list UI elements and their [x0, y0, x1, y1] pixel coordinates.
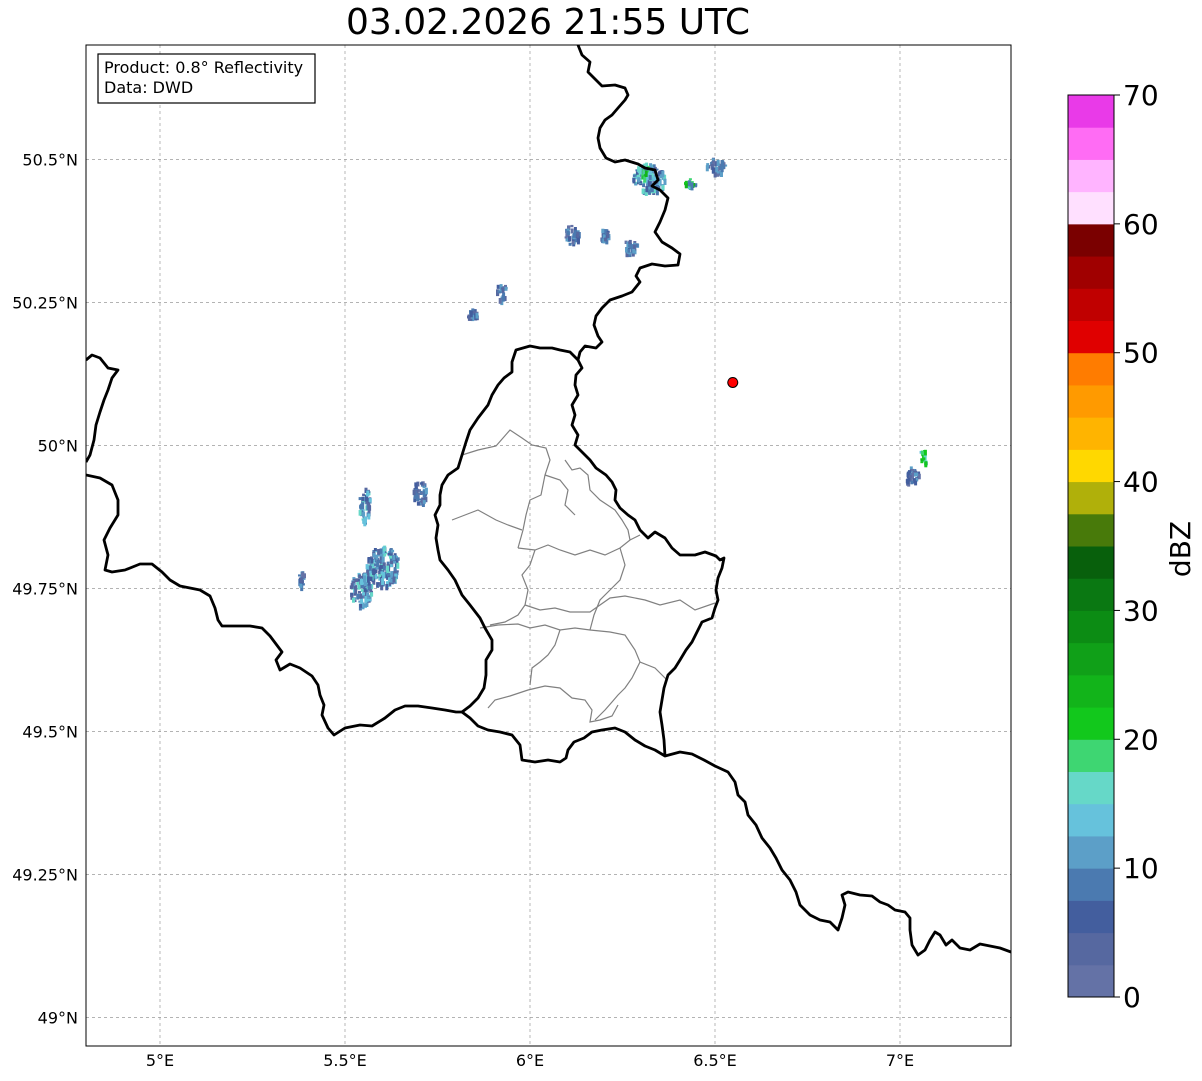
- radar-site-marker: [727, 376, 739, 388]
- y-axis-tick-labels: 49°N 49.25°N 49.5°N 49.75°N 50°N 50.25°N 50.5°…: [12, 150, 78, 1027]
- colorbar-segment: [1068, 288, 1114, 321]
- colorbar-segment: [1068, 610, 1114, 644]
- colorbar-segment: [1068, 352, 1114, 386]
- colorbar-segment: [1068, 932, 1114, 966]
- colorbar-tick-label: 30: [1123, 594, 1159, 627]
- colorbar-tick-label: 40: [1123, 466, 1159, 499]
- colorbar-segment: [1068, 739, 1114, 772]
- colorbar-segment: [1068, 417, 1114, 450]
- colorbar-segment: [1068, 803, 1114, 837]
- colorbar-segment: [1068, 707, 1114, 740]
- colorbar-segment: [1068, 642, 1114, 676]
- colorbar-segment: [1068, 578, 1114, 611]
- colorbar-tick-label: 70: [1123, 79, 1159, 112]
- colorbar-segment: [1068, 546, 1114, 579]
- colorbar-segment: [1068, 674, 1114, 708]
- colorbar-segment: [1068, 835, 1114, 869]
- info-data-source: Data: DWD: [104, 78, 193, 97]
- y-tick-label: 50°N: [38, 436, 78, 455]
- info-product: Product: 0.8° Reflectivity: [104, 58, 303, 77]
- info-box: Product: 0.8° Reflectivity Data: DWD: [97, 53, 316, 104]
- x-tick-label: 6°E: [516, 1051, 544, 1070]
- colorbar-tick-labels: 0 10 20 30 40 50 60 70: [1114, 79, 1159, 1014]
- colorbar-segment: [1068, 256, 1114, 289]
- colorbar-tick-label: 50: [1123, 337, 1159, 370]
- colorbar-segment: [1068, 771, 1114, 805]
- colorbar-segment: [1068, 384, 1114, 418]
- colorbar-tick-label: 0: [1123, 981, 1141, 1014]
- colorbar-segment: [1068, 95, 1114, 128]
- y-tick-label: 49°N: [38, 1008, 78, 1027]
- y-tick-label: 50.25°N: [12, 293, 78, 312]
- colorbar-tick-label: 60: [1123, 208, 1159, 241]
- y-tick-label: 50.5°N: [22, 150, 78, 169]
- colorbar-tick-label: 20: [1123, 723, 1159, 756]
- colorbar-segment: [1068, 900, 1114, 934]
- colorbar-segment: [1068, 449, 1114, 483]
- x-tick-label: 6.5°E: [693, 1051, 737, 1070]
- x-tick-label: 7°E: [886, 1051, 914, 1070]
- y-tick-label: 49.25°N: [12, 865, 78, 884]
- colorbar-segment: [1068, 320, 1114, 354]
- colorbar-unit-label: dBZ: [1164, 521, 1197, 577]
- y-tick-label: 49.75°N: [12, 579, 78, 598]
- x-tick-label: 5°E: [146, 1051, 174, 1070]
- colorbar-segment: [1068, 481, 1114, 515]
- x-axis-tick-labels: 5°E 5.5°E 6°E 6.5°E 7°E: [146, 1051, 914, 1070]
- colorbar-segment: [1068, 127, 1114, 160]
- colorbar-segment: [1068, 191, 1114, 225]
- colorbar-tick-label: 10: [1123, 852, 1159, 885]
- colorbar-segment: [1068, 159, 1114, 193]
- colorbar: [1067, 94, 1115, 998]
- radar-map: 5°E 5.5°E 6°E 6.5°E 7°E 49°N 49.25°N 49.5°N 49.…: [12, 44, 1197, 1070]
- colorbar-segment: [1068, 513, 1114, 547]
- colorbar-segment: [1068, 964, 1114, 998]
- colorbar-segment: [1068, 868, 1114, 901]
- y-tick-label: 49.5°N: [22, 722, 78, 741]
- colorbar-segment: [1068, 223, 1114, 257]
- x-tick-label: 5.5°E: [323, 1051, 367, 1070]
